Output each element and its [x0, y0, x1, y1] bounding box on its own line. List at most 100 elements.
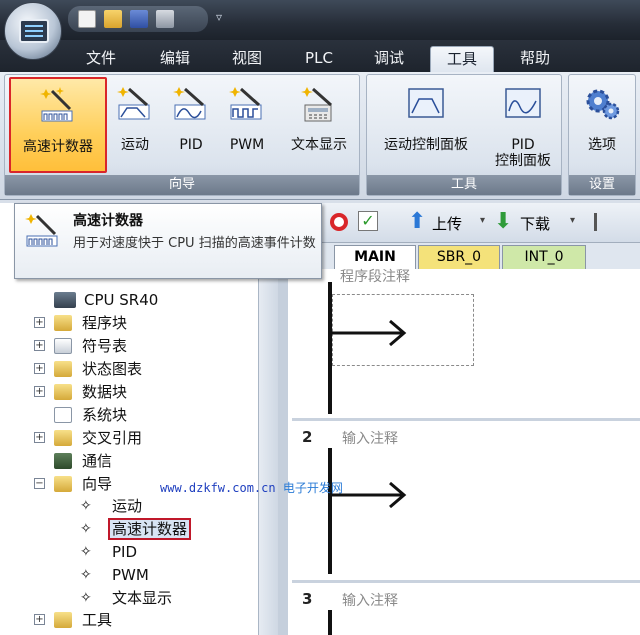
- download-button[interactable]: 下载: [520, 213, 550, 234]
- pid-panel-label-line2: 控制面板: [495, 153, 551, 169]
- wand-icon: ✧: [80, 521, 92, 537]
- folder-icon: [54, 384, 72, 400]
- options-button[interactable]: 选项: [573, 77, 631, 173]
- pid-panel-icon: [505, 88, 541, 118]
- tools-group-label: 工具: [367, 175, 561, 195]
- tools-group: 运动控制面板 PID 控制面板 工具: [366, 74, 562, 196]
- document-icon: [54, 407, 72, 423]
- cpu-icon: [54, 292, 76, 308]
- expand-icon[interactable]: +: [34, 363, 45, 374]
- tree-item-cpu-label: CPU SR40: [84, 291, 159, 309]
- rung-comment[interactable]: 输入注释: [342, 428, 398, 448]
- watermark-url: www.dzkfw.com.cn: [160, 481, 276, 495]
- tab-sbr0[interactable]: SBR_0: [418, 245, 500, 269]
- tab-debug[interactable]: 调试: [364, 46, 414, 72]
- stop-icon[interactable]: [330, 213, 348, 231]
- tab-edit[interactable]: 编辑: [150, 46, 200, 72]
- app-menu-button[interactable]: [4, 2, 62, 60]
- tab-int0[interactable]: INT_0: [502, 245, 586, 269]
- pwm-wizard-label: PWM: [229, 137, 265, 153]
- pid-wizard-button[interactable]: PID: [165, 77, 217, 173]
- network-icon: [54, 453, 72, 469]
- tab-view[interactable]: 视图: [222, 46, 272, 72]
- tree-item-label: 程序块: [82, 314, 128, 332]
- hsc-tooltip: 高速计数器 用于对速度快于 CPU 扫描的高速事件计数: [14, 203, 322, 279]
- rung-number: 3: [302, 590, 313, 608]
- title-bar: ▿: [0, 0, 640, 40]
- power-rail: [328, 448, 332, 574]
- wand-icon: ✧: [80, 567, 92, 583]
- tab-tools[interactable]: 工具: [430, 46, 494, 72]
- rung-2-contact[interactable]: [332, 480, 412, 510]
- pid-panel-label-line1: PID: [511, 137, 535, 153]
- expand-icon[interactable]: +: [34, 614, 45, 625]
- pid-wizard-icon: [173, 87, 206, 120]
- rung-number: 2: [302, 428, 313, 446]
- download-dropdown-icon[interactable]: ▾: [570, 215, 575, 226]
- wizards-group-label: 向导: [5, 175, 359, 195]
- watermark: www.dzkfw.com.cn 电子开发网: [160, 479, 343, 496]
- open-folder-icon[interactable]: [104, 10, 122, 28]
- tree-item-label: PWM: [112, 566, 149, 584]
- app-logo-icon: [19, 19, 49, 43]
- download-arrow-icon[interactable]: ⬇: [494, 209, 512, 234]
- save-icon[interactable]: [130, 10, 148, 28]
- rung-1-contact[interactable]: [332, 318, 412, 348]
- tree-item-label: 文本显示: [112, 589, 173, 607]
- ribbon-tab-row: 文件 编辑 视图 PLC 调试 工具 帮助: [0, 40, 640, 72]
- pid-panel-label: PID 控制面板: [487, 137, 559, 169]
- hsc-wizard-button[interactable]: 高速计数器: [9, 77, 107, 173]
- ribbon: 高速计数器 运动 PID PWM 文本显示 向导 运动控制面板 PID 控制面板…: [0, 72, 640, 200]
- rung-separator: [292, 418, 640, 421]
- folder-icon: [54, 430, 72, 446]
- text-display-wizard-label: 文本显示: [291, 137, 347, 153]
- tab-file[interactable]: 文件: [76, 46, 126, 72]
- customize-qat-icon[interactable]: ▿: [216, 10, 222, 24]
- pwm-wizard-button[interactable]: PWM: [221, 77, 273, 173]
- folder-icon: [54, 612, 72, 628]
- upload-dropdown-icon[interactable]: ▾: [480, 215, 485, 226]
- motion-panel-label: 运动控制面板: [384, 137, 468, 153]
- motion-wizard-button[interactable]: 运动: [109, 77, 161, 173]
- expand-icon[interactable]: +: [34, 340, 45, 351]
- tooltip-text: 用于对速度快于 CPU 扫描的高速事件计数: [73, 236, 316, 251]
- motion-wizard-label: 运动: [121, 137, 149, 153]
- collapse-icon[interactable]: −: [34, 478, 45, 489]
- pwm-wizard-icon: [229, 87, 262, 120]
- text-display-wizard-icon: [301, 87, 332, 122]
- segment-comment: 程序段注释: [340, 269, 410, 285]
- table-icon: [54, 338, 72, 354]
- insert-icon[interactable]: [594, 213, 608, 231]
- folder-icon: [54, 361, 72, 377]
- rung-comment[interactable]: 输入注释: [342, 590, 398, 610]
- tree-item-label: PID: [112, 543, 138, 561]
- tree-item-label: 向导: [82, 475, 113, 493]
- print-icon[interactable]: [156, 10, 174, 28]
- tab-plc[interactable]: PLC: [294, 46, 344, 72]
- tree-item-label: 通信: [82, 452, 113, 470]
- compile-check-icon[interactable]: ✓: [358, 211, 378, 231]
- motion-wizard-icon: [117, 87, 150, 120]
- tree-item-label: 交叉引用: [82, 429, 143, 447]
- text-display-wizard-button[interactable]: 文本显示: [281, 77, 357, 173]
- options-label: 选项: [588, 137, 616, 153]
- settings-group: 选项 设置: [568, 74, 636, 196]
- hsc-wizard-icon: [25, 214, 58, 247]
- wand-icon: ✧: [80, 544, 92, 560]
- upload-button[interactable]: 上传: [432, 213, 462, 234]
- tab-help[interactable]: 帮助: [508, 46, 562, 72]
- new-icon[interactable]: [78, 10, 96, 28]
- expand-icon[interactable]: +: [34, 386, 45, 397]
- hsc-wizard-label: 高速计数器: [23, 139, 93, 155]
- folder-icon: [54, 315, 72, 331]
- upload-arrow-icon[interactable]: ⬆: [408, 209, 426, 234]
- expand-icon[interactable]: +: [34, 317, 45, 328]
- tree-item-label: 数据块: [82, 383, 128, 401]
- motion-control-panel-button[interactable]: 运动控制面板: [371, 77, 481, 173]
- hsc-wizard-icon: [40, 87, 73, 122]
- gear-icon: [586, 89, 620, 120]
- expand-icon[interactable]: +: [34, 432, 45, 443]
- quick-access-toolbar: [68, 6, 208, 32]
- motion-panel-icon: [408, 88, 444, 118]
- pid-control-panel-button[interactable]: PID 控制面板: [487, 77, 559, 173]
